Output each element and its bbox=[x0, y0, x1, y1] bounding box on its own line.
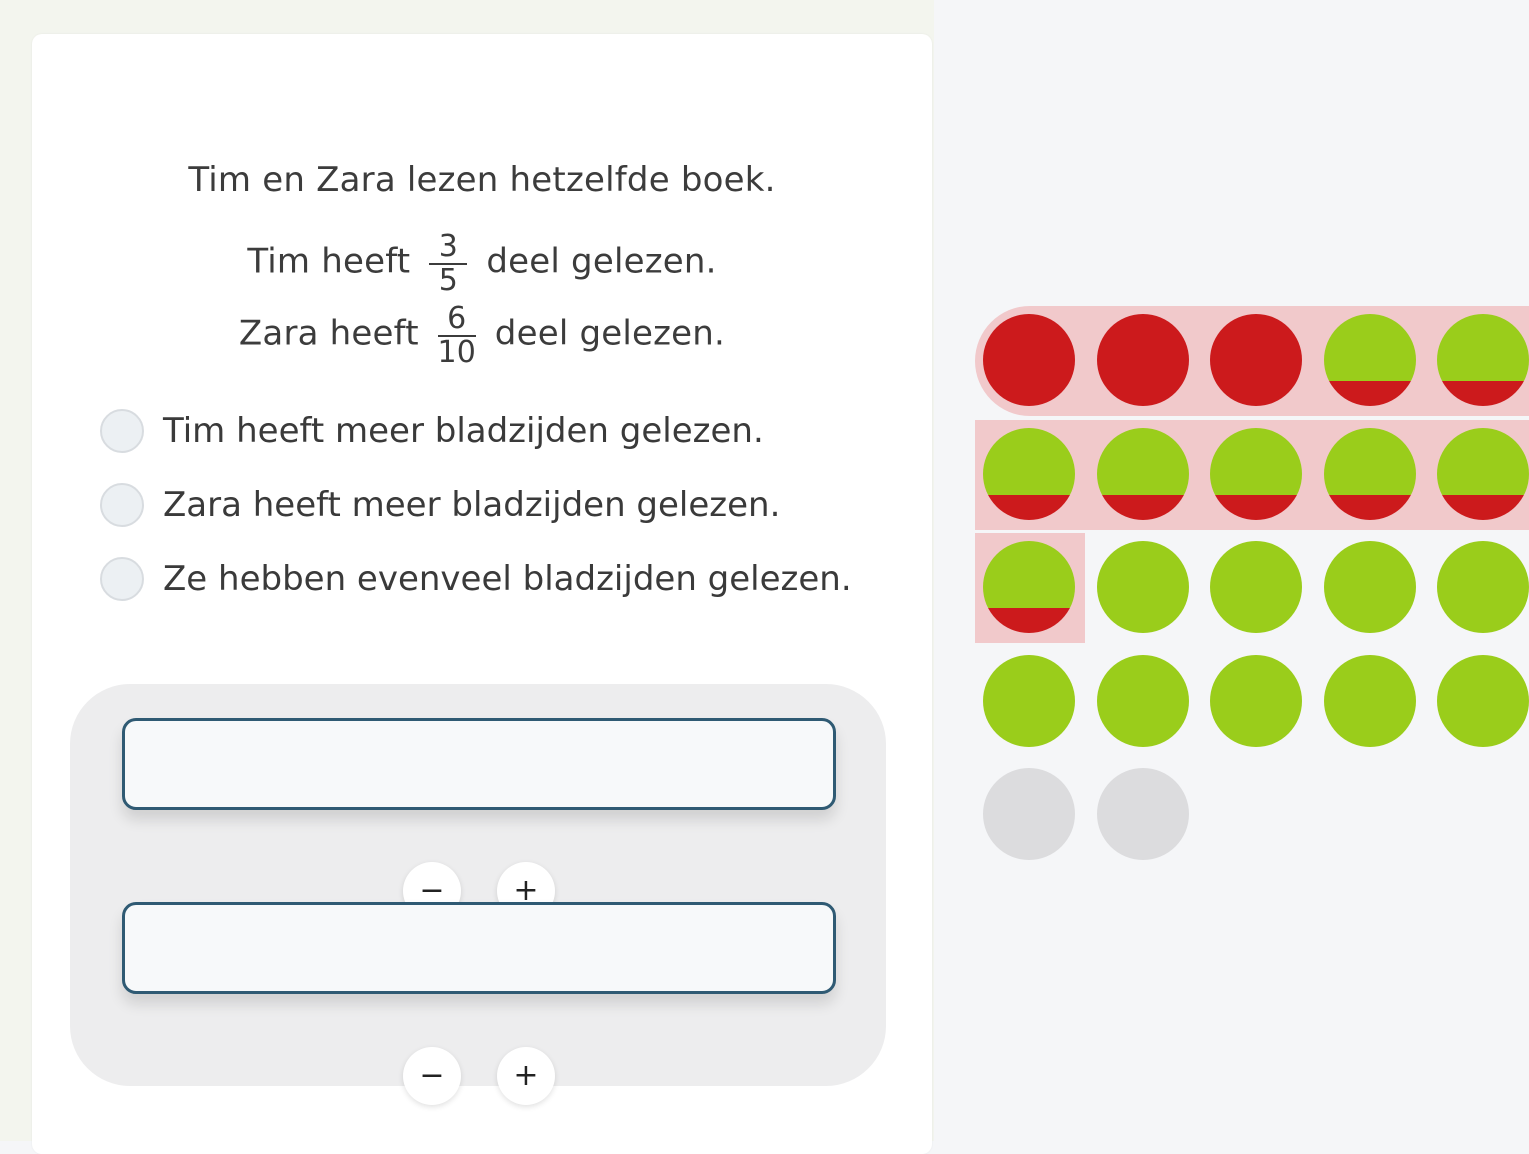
dot-split bbox=[1097, 428, 1189, 520]
option-label[interactable]: Ze hebben evenveel bladzijden gelezen. bbox=[163, 559, 852, 599]
dot-split bbox=[983, 428, 1075, 520]
fraction-numerator: 3 bbox=[438, 229, 458, 264]
dot-red bbox=[1210, 314, 1302, 406]
fraction-tim: 3 5 bbox=[425, 230, 471, 296]
fraction-numerator: 6 bbox=[447, 301, 467, 336]
dot-split bbox=[1210, 428, 1302, 520]
option-label[interactable]: Zara heeft meer bladzijden gelezen. bbox=[163, 485, 780, 525]
dot-green bbox=[1097, 655, 1189, 747]
option-label[interactable]: Tim heeft meer bladzijden gelezen. bbox=[163, 411, 764, 451]
question-line-2: Tim heeft 3 5 deel gelezen. bbox=[32, 230, 932, 296]
answer-input-2[interactable] bbox=[122, 902, 836, 994]
dot-red bbox=[1097, 314, 1189, 406]
dot-green bbox=[1210, 541, 1302, 633]
question-line-2-suffix: deel gelezen. bbox=[486, 241, 717, 282]
dot-red bbox=[983, 314, 1075, 406]
dot-split bbox=[983, 541, 1075, 633]
dot-gray bbox=[983, 768, 1075, 860]
question-line-3-suffix: deel gelezen. bbox=[494, 313, 726, 354]
fraction-denominator: 5 bbox=[438, 263, 458, 298]
increment-button-2[interactable]: + bbox=[497, 1047, 555, 1105]
dot-green bbox=[1210, 655, 1302, 747]
dot-green bbox=[1324, 655, 1416, 747]
dot-green bbox=[983, 655, 1075, 747]
dot-split bbox=[1324, 428, 1416, 520]
answer-panel: − + − + bbox=[70, 684, 886, 1105]
dot-gray bbox=[1097, 768, 1189, 860]
exercise-card: Tim en Zara lezen hetzelfde boek. Tim he… bbox=[32, 34, 932, 1154]
dot-green bbox=[1437, 541, 1529, 633]
fraction-zara: 6 10 bbox=[434, 302, 480, 368]
option-equal[interactable]: Ze hebben evenveel bladzijden gelezen. bbox=[100, 557, 900, 607]
option-tim-more[interactable]: Tim heeft meer bladzijden gelezen. bbox=[100, 409, 900, 459]
dot-split bbox=[1437, 314, 1529, 406]
question-line-3-prefix: Zara heeft bbox=[238, 313, 419, 354]
decrement-button-2[interactable]: − bbox=[403, 1047, 461, 1105]
radio-button[interactable] bbox=[100, 483, 144, 527]
dot-green bbox=[1437, 655, 1529, 747]
radio-button[interactable] bbox=[100, 557, 144, 601]
option-zara-more[interactable]: Zara heeft meer bladzijden gelezen. bbox=[100, 483, 900, 533]
dot-split bbox=[1324, 314, 1416, 406]
question-line-3: Zara heeft 6 10 deel gelezen. bbox=[32, 302, 932, 368]
question-line-2-prefix: Tim heeft bbox=[247, 241, 411, 282]
question-line-1: Tim en Zara lezen hetzelfde boek. bbox=[188, 160, 776, 200]
dot-green bbox=[1097, 541, 1189, 633]
dot-split bbox=[1437, 428, 1529, 520]
fraction-denominator: 10 bbox=[437, 335, 477, 370]
radio-button[interactable] bbox=[100, 409, 144, 453]
answer-input-1[interactable] bbox=[122, 718, 836, 810]
dot-green bbox=[1324, 541, 1416, 633]
